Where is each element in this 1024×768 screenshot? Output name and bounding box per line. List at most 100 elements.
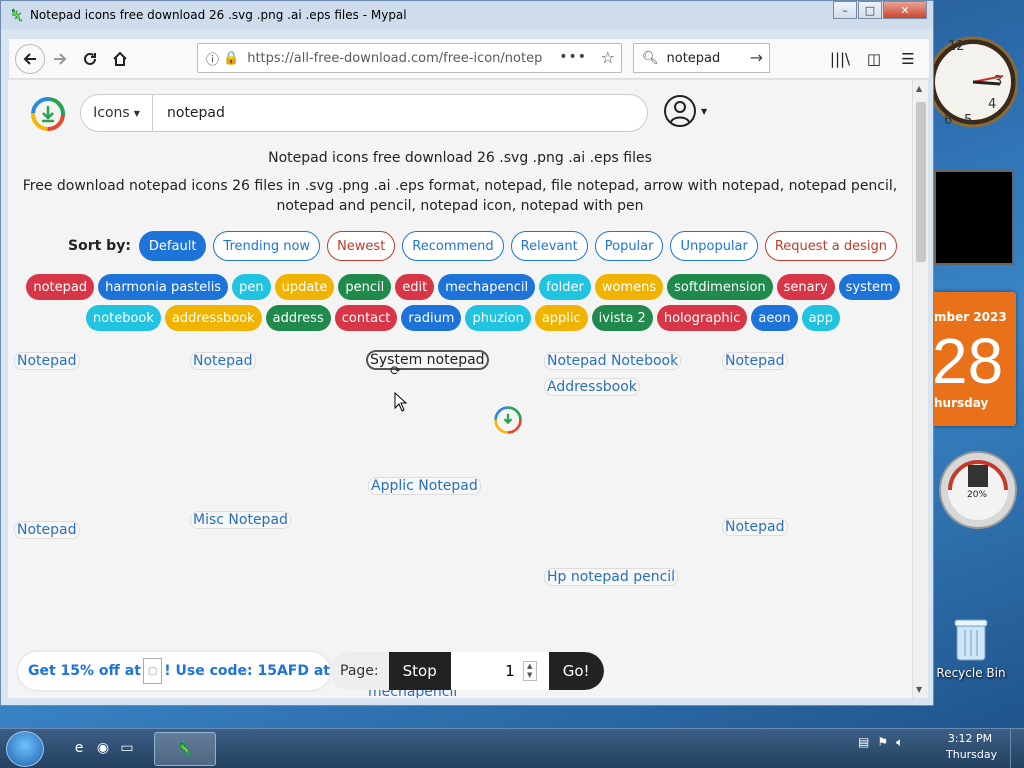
firefox-icon[interactable]: ◉ bbox=[92, 737, 114, 759]
tag-pill[interactable]: system bbox=[838, 274, 900, 300]
calendar-day: 28 bbox=[932, 325, 1004, 397]
sort-default[interactable]: Default bbox=[138, 231, 207, 261]
icon-result-link[interactable]: Notepad bbox=[722, 518, 788, 536]
menu-icon[interactable]: ☰ bbox=[891, 45, 925, 73]
home-icon bbox=[113, 51, 127, 66]
tag-pill[interactable]: harmonia pastelis bbox=[98, 274, 229, 300]
icon-result-link[interactable]: Notepad bbox=[14, 352, 80, 370]
clock-display[interactable]: 3:12 PM Thursday bbox=[946, 731, 997, 763]
tag-pill[interactable]: edit bbox=[395, 274, 435, 300]
page-scrollbar[interactable]: ▲ ▼ bbox=[912, 80, 928, 698]
reload-button[interactable] bbox=[75, 44, 105, 74]
tag-pill[interactable]: address bbox=[265, 305, 331, 331]
calendar-month: mber 2023 bbox=[932, 292, 1016, 326]
forward-arrow-icon bbox=[54, 52, 67, 65]
icon-result-link[interactable]: System notepad bbox=[366, 350, 489, 370]
tag-pill[interactable]: womens bbox=[594, 274, 664, 300]
taskbar-mypal-button[interactable]: 🦎 bbox=[154, 732, 216, 766]
page-actions-icon[interactable]: ••• bbox=[559, 49, 587, 65]
browser-search-value[interactable]: notepad bbox=[667, 51, 721, 66]
sort-trending[interactable]: Trending now bbox=[213, 231, 321, 261]
tag-pill[interactable]: phuzion bbox=[465, 305, 531, 331]
browser-search-bar[interactable]: 🔍︎ notepad → bbox=[633, 43, 770, 73]
scroll-thumb[interactable] bbox=[916, 102, 926, 262]
sort-popular[interactable]: Popular bbox=[594, 231, 664, 261]
tag-pill[interactable]: notepad bbox=[26, 274, 95, 300]
caret-down-icon: ▼ bbox=[701, 106, 708, 116]
tag-pill[interactable]: update bbox=[274, 274, 335, 300]
scroll-down-icon[interactable]: ▼ bbox=[916, 685, 922, 694]
sort-recommend[interactable]: Recommend bbox=[402, 231, 504, 261]
site-logo[interactable] bbox=[30, 96, 66, 132]
tag-pill[interactable]: mechapencil bbox=[438, 274, 536, 300]
icon-result-link[interactable]: Applic Notepad bbox=[368, 477, 481, 495]
recycle-bin[interactable]: Recycle Bin bbox=[935, 618, 1007, 680]
show-desktop-button[interactable] bbox=[1010, 729, 1024, 768]
tag-pill[interactable]: pencil bbox=[338, 274, 392, 300]
library-icon[interactable]: |||\ bbox=[823, 45, 857, 73]
sidebar-icon[interactable]: ◫ bbox=[857, 45, 891, 73]
tag-pill[interactable]: softdimension bbox=[667, 274, 773, 300]
scroll-up-icon[interactable]: ▲ bbox=[916, 84, 922, 93]
site-search-input[interactable] bbox=[165, 104, 625, 122]
tag-pill[interactable]: holographic bbox=[656, 305, 748, 331]
tag-pill[interactable]: notebook bbox=[85, 305, 161, 331]
minimize-button[interactable]: – bbox=[833, 1, 857, 19]
volume-icon[interactable]: 🔈︎ bbox=[896, 735, 903, 750]
icon-result-link[interactable]: Notepad Notebook bbox=[544, 352, 682, 370]
sort-relevant[interactable]: Relevant bbox=[510, 231, 588, 261]
lock-warning-icon[interactable]: 🔒 bbox=[223, 51, 239, 66]
icon-result-link[interactable]: Notepad bbox=[722, 352, 788, 370]
maximize-button[interactable]: □ bbox=[858, 1, 882, 19]
request-design-button[interactable]: Request a design bbox=[764, 231, 898, 261]
tag-pill[interactable]: ivista 2 bbox=[591, 305, 653, 331]
tag-pill[interactable]: addressbook bbox=[164, 305, 262, 331]
page-spinner-icon[interactable]: ▲ ▼ bbox=[522, 661, 537, 681]
icon-result-link[interactable]: Notepad bbox=[14, 521, 80, 539]
sort-unpopular[interactable]: Unpopular bbox=[670, 231, 758, 261]
promo-banner[interactable]: Get 15% off at ▢ ! Use code: 15AFD at bbox=[18, 652, 330, 690]
icon-result-link[interactable]: Misc Notepad bbox=[190, 511, 291, 529]
url-text[interactable]: https://all-free-download.com/free-icon/… bbox=[247, 51, 547, 66]
bookmark-star-icon[interactable]: ☆ bbox=[601, 48, 615, 67]
user-account-icon bbox=[664, 95, 696, 127]
tag-pill[interactable]: radium bbox=[401, 305, 462, 331]
category-select[interactable]: Icons ▼ bbox=[81, 95, 153, 131]
stop-button[interactable]: Stop bbox=[388, 652, 451, 690]
ie-icon[interactable]: e bbox=[68, 737, 90, 759]
loading-logo-icon bbox=[494, 406, 522, 434]
calendar-gadget: mber 2023 28 hursday bbox=[932, 292, 1016, 426]
close-button[interactable]: ✕ bbox=[883, 1, 927, 19]
forward-button[interactable] bbox=[45, 44, 75, 74]
tag-pill[interactable]: contact bbox=[334, 305, 398, 331]
icon-result-link[interactable]: Addressbook bbox=[544, 378, 640, 396]
title-bar[interactable]: 🦎 Notepad icons free download 26 .svg .p… bbox=[1, 1, 933, 29]
desktop-icon[interactable]: ▭ bbox=[116, 737, 138, 759]
tag-pill[interactable]: pen bbox=[232, 274, 271, 300]
home-button[interactable] bbox=[105, 44, 135, 74]
search-go-icon[interactable]: → bbox=[750, 48, 763, 67]
go-button[interactable]: Go! bbox=[548, 652, 604, 690]
start-button[interactable] bbox=[6, 731, 44, 767]
calendar-weekday: hursday bbox=[934, 396, 989, 410]
system-tray: ▤ ⚑ 🔈︎ bbox=[858, 735, 911, 750]
tag-pill[interactable]: applic bbox=[534, 305, 588, 331]
page-number-input[interactable]: 1 ▲ ▼ bbox=[450, 652, 549, 690]
icon-result-link[interactable]: Notepad bbox=[190, 352, 256, 370]
tag-pill[interactable]: aeon bbox=[751, 305, 798, 331]
sort-newest[interactable]: Newest bbox=[327, 231, 396, 261]
promo-text-2: ! Use code: 15AFD at bbox=[164, 663, 330, 679]
action-center-icon[interactable]: ⚑ bbox=[877, 735, 888, 750]
network-icon[interactable]: ▤ bbox=[858, 735, 869, 750]
site-search-box: Icons ▼ bbox=[80, 94, 648, 132]
url-bar[interactable]: ⓘ 🔒 https://all-free-download.com/free-i… bbox=[197, 43, 622, 73]
info-icon[interactable]: ⓘ bbox=[206, 49, 219, 68]
tag-pill[interactable]: folder bbox=[539, 274, 591, 300]
slideshow-gadget bbox=[934, 170, 1014, 265]
cpu-meter-gadget: 20% bbox=[930, 445, 1020, 535]
back-button[interactable] bbox=[15, 43, 45, 74]
icon-result-link[interactable]: Hp notepad pencil bbox=[544, 568, 679, 586]
tag-pill[interactable]: app bbox=[801, 305, 841, 331]
user-menu[interactable]: ▼ bbox=[663, 94, 707, 128]
tag-pill[interactable]: senary bbox=[776, 274, 835, 300]
